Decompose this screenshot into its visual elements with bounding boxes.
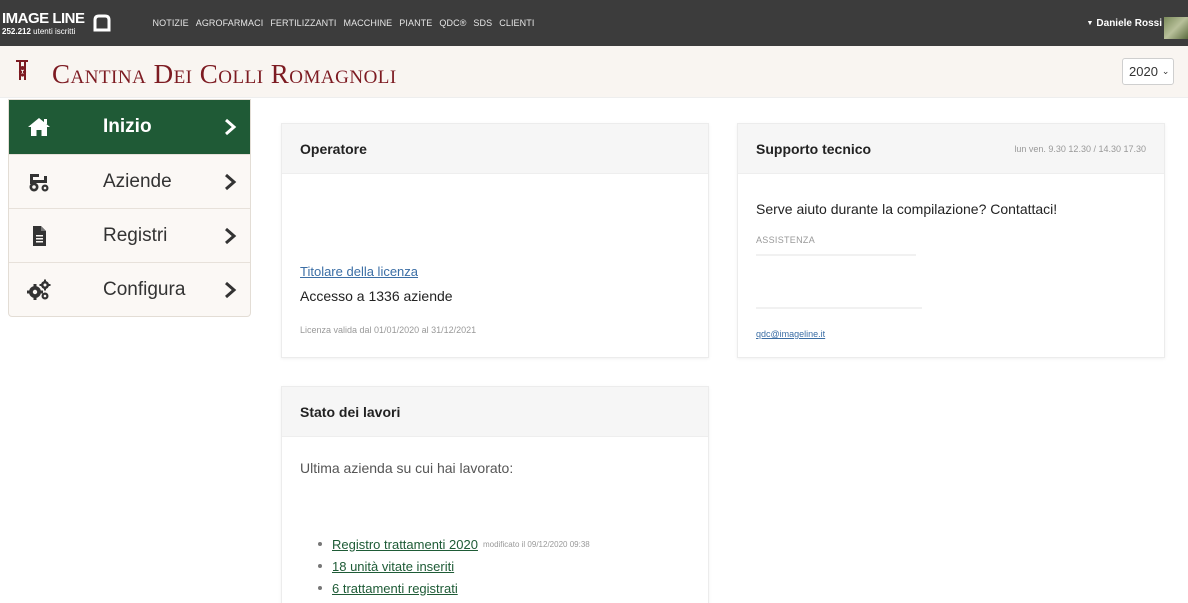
chevron-down-icon: ⌄ bbox=[1161, 66, 1170, 76]
license-holder-link[interactable]: Titolare della licenza bbox=[300, 264, 418, 279]
gears-icon bbox=[27, 279, 51, 300]
operatore-panel: Operatore Titolare della licenza Accesso… bbox=[281, 123, 709, 358]
subscribers-count: 252.212 bbox=[2, 26, 31, 36]
nav-sds[interactable]: SDS bbox=[473, 18, 492, 28]
support-label: ASSISTENZA bbox=[756, 235, 816, 245]
brand[interactable]: IMAGE LINE 252.212 utenti iscritti bbox=[0, 0, 113, 46]
top-nav: NOTIZIE AGROFARMACI FERTILIZZANTI MACCHI… bbox=[153, 18, 535, 28]
support-help-text: Serve aiuto durante la compilazione? Con… bbox=[756, 201, 1058, 217]
list-item: 6 trattamenti registrati bbox=[318, 577, 590, 599]
sidebar-item-label: Configura bbox=[103, 278, 186, 300]
sidebar-item-aziende[interactable]: Aziende bbox=[9, 154, 250, 208]
panel-header: Supporto tecnico lun ven. 9.30 12.30 / 1… bbox=[738, 124, 1164, 174]
trattamenti-link[interactable]: 6 trattamenti registrati bbox=[332, 581, 458, 596]
panel-title: Supporto tecnico bbox=[756, 140, 872, 157]
page-header: Cantina Dei Colli Romagnoli bbox=[0, 46, 1188, 98]
sidebar-item-label: Aziende bbox=[103, 170, 172, 192]
list-item: Registro trattamenti 2020 modificato il … bbox=[318, 533, 590, 555]
divider bbox=[756, 307, 922, 309]
bullet-icon bbox=[318, 564, 322, 568]
bullet-icon bbox=[318, 586, 322, 590]
page-title: Cantina Dei Colli Romagnoli bbox=[52, 59, 397, 89]
brand-logo-icon bbox=[93, 14, 111, 32]
nav-piante[interactable]: PIANTE bbox=[399, 18, 432, 28]
year-value: 2020 bbox=[1129, 64, 1158, 79]
sidebar-item-inizio[interactable]: Inizio bbox=[9, 100, 250, 154]
work-status-list: Registro trattamenti 2020 modificato il … bbox=[318, 533, 590, 599]
list-item: 18 unità vitate inseriti bbox=[318, 555, 590, 577]
user-menu[interactable]: ▼ Daniele Rossi bbox=[1086, 0, 1162, 46]
brand-name: IMAGE LINE bbox=[2, 9, 85, 27]
nav-notizie[interactable]: NOTIZIE bbox=[153, 18, 189, 28]
divider bbox=[756, 254, 916, 256]
stato-lavori-panel: Stato dei lavori Ultima azienda su cui h… bbox=[281, 386, 709, 603]
nav-macchine[interactable]: MACCHINE bbox=[343, 18, 392, 28]
chevron-right-icon bbox=[225, 173, 237, 191]
sidebar-item-label: Registri bbox=[103, 224, 168, 246]
access-count: Accesso a 1336 aziende bbox=[300, 288, 453, 304]
user-name: Daniele Rossi bbox=[1096, 17, 1162, 29]
year-select[interactable]: 2020 ⌄ bbox=[1122, 58, 1174, 85]
support-email-link[interactable]: qdc@imageline.it bbox=[756, 329, 825, 339]
nav-agrofarmaci[interactable]: AGROFARMACI bbox=[196, 18, 264, 28]
document-icon bbox=[33, 226, 46, 246]
caret-down-icon: ▼ bbox=[1086, 19, 1094, 27]
chevron-right-icon bbox=[225, 227, 237, 245]
home-icon bbox=[28, 118, 50, 136]
unita-vitate-link[interactable]: 18 unità vitate inseriti bbox=[332, 559, 454, 574]
avatar[interactable] bbox=[1164, 17, 1188, 39]
sidebar: Inizio Aziende Registri Configura bbox=[8, 99, 251, 317]
bullet-icon bbox=[318, 542, 322, 546]
winery-logo-icon bbox=[16, 60, 28, 80]
nav-qdc[interactable]: QDC® bbox=[439, 18, 466, 28]
panel-title: Operatore bbox=[282, 124, 708, 174]
subscribers-label: utenti iscritti bbox=[33, 26, 76, 36]
chevron-right-icon bbox=[225, 118, 237, 136]
sidebar-item-configura[interactable]: Configura bbox=[9, 262, 250, 316]
license-validity: Licenza valida dal 01/01/2020 al 31/12/2… bbox=[300, 325, 477, 335]
top-bar: IMAGE LINE 252.212 utenti iscritti NOTIZ… bbox=[0, 0, 1188, 46]
chevron-right-icon bbox=[225, 281, 237, 299]
nav-clienti[interactable]: CLIENTI bbox=[499, 18, 534, 28]
panel-title: Stato dei lavori bbox=[282, 387, 708, 437]
subscribers-text: 252.212 utenti iscritti bbox=[2, 26, 85, 36]
nav-fertilizzanti[interactable]: FERTILIZZANTI bbox=[270, 18, 336, 28]
last-company-text: Ultima azienda su cui hai lavorato: bbox=[300, 460, 514, 476]
support-hours: lun ven. 9.30 12.30 / 14.30 17.30 bbox=[1014, 143, 1146, 154]
supporto-panel: Supporto tecnico lun ven. 9.30 12.30 / 1… bbox=[737, 123, 1165, 358]
tractor-icon bbox=[29, 174, 49, 192]
modified-note: modificato il 09/12/2020 09:38 bbox=[482, 539, 590, 549]
sidebar-item-label: Inizio bbox=[103, 116, 152, 137]
registro-link[interactable]: Registro trattamenti 2020 bbox=[332, 537, 478, 552]
sidebar-item-registri[interactable]: Registri bbox=[9, 208, 250, 262]
